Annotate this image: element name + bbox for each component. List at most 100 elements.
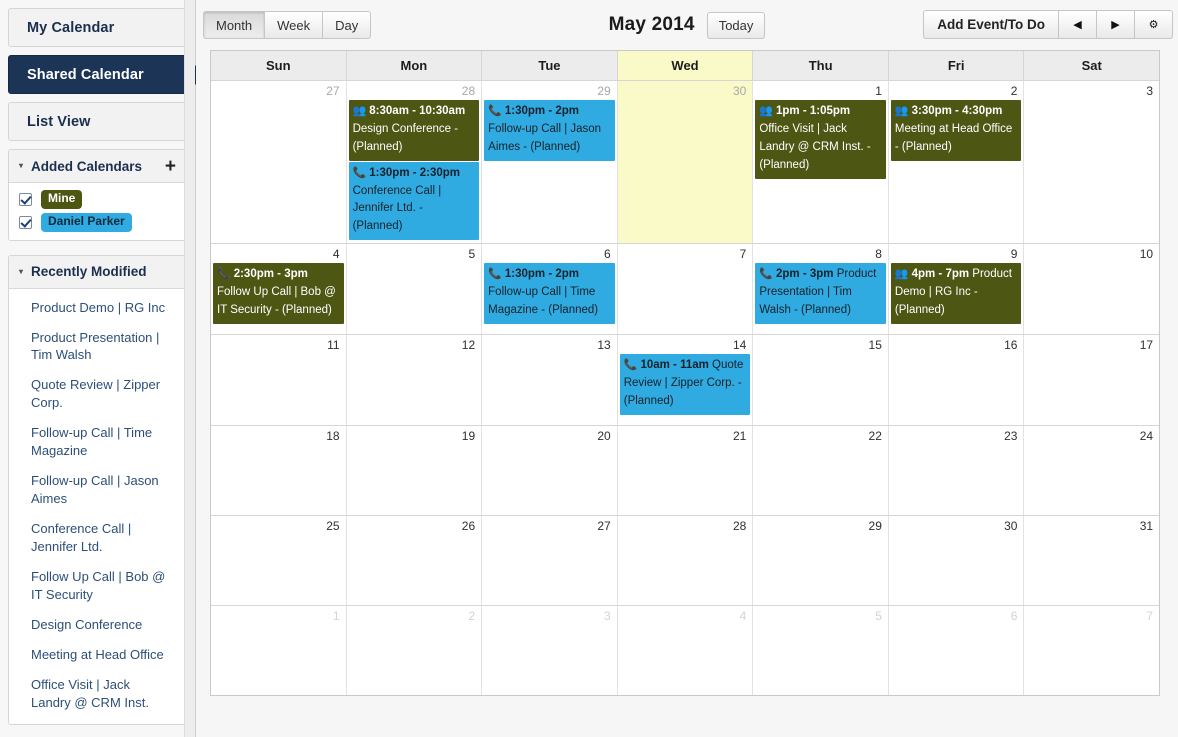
day-cell[interactable]: 5	[753, 606, 889, 696]
recently-modified-header[interactable]: ▾ Recently Modified	[9, 255, 186, 289]
day-cell[interactable]: 4	[617, 606, 754, 696]
day-cell[interactable]: 30	[617, 81, 754, 244]
next-month-button[interactable]: ▶	[1097, 10, 1135, 39]
day-cell[interactable]: 10	[1024, 244, 1160, 335]
day-cell[interactable]: 21	[617, 426, 754, 516]
event-title: Office Visit | Jack Landry @ CRM Inst. -…	[759, 123, 871, 171]
people-icon: 👥	[894, 105, 909, 118]
chevron-down-icon[interactable]: ▾	[19, 162, 23, 170]
day-cell[interactable]: 26	[346, 516, 483, 606]
day-cell[interactable]: 14 📞 10am - 11am Quote Review | Zipper Cor…	[617, 335, 754, 426]
day-cell[interactable]: 29 📞 1:30pm - 2pm Follow-up Call | Jason A…	[482, 81, 618, 244]
sidebar-scrollbar[interactable]	[184, 0, 195, 737]
day-cell[interactable]: 8 📞 2pm - 3pm Product Presentation | Tim W…	[753, 244, 889, 335]
day-cell[interactable]: 31	[1024, 516, 1160, 606]
day-header-wed: Wed	[617, 51, 754, 80]
add-calendar-icon[interactable]: +	[165, 157, 176, 176]
day-cell[interactable]: 24	[1024, 426, 1160, 516]
day-cell[interactable]: 12	[346, 335, 483, 426]
calendar-event[interactable]: 📞 2pm - 3pm Product Presentation | Tim Wa…	[755, 263, 886, 324]
day-cell[interactable]: 5	[346, 244, 483, 335]
day-cell[interactable]: 17	[1024, 335, 1160, 426]
day-cell[interactable]: 1	[211, 606, 347, 696]
recently-modified-item[interactable]: Conference Call | Jennifer Ltd.	[9, 514, 186, 562]
day-cell[interactable]: 28	[617, 516, 754, 606]
calendar-event[interactable]: 👥 1pm - 1:05pm Office Visit | Jack Landry…	[755, 100, 886, 179]
day-number: 3	[1146, 84, 1154, 98]
calendar-event[interactable]: 📞 1:30pm - 2pm Follow-up Call | Jason Aim…	[484, 100, 615, 161]
day-header-mon: Mon	[347, 51, 483, 80]
day-cell[interactable]: 3	[482, 606, 618, 696]
calendar-event[interactable]: 📞 2:30pm - 3pm Follow Up Call | Bob @ IT …	[213, 263, 344, 324]
recently-modified-item[interactable]: Meeting at Head Office	[9, 640, 186, 670]
view-month-button[interactable]: Month	[203, 11, 266, 39]
prev-month-button[interactable]: ◀	[1059, 10, 1097, 39]
day-cell[interactable]: 3	[1024, 81, 1160, 244]
day-cell[interactable]: 25	[211, 516, 347, 606]
recently-modified-item[interactable]: Product Demo | RG Inc	[9, 293, 186, 323]
today-button[interactable]: Today	[706, 11, 766, 39]
day-number: 28	[461, 84, 476, 98]
recently-modified-item[interactable]: Office Visit | Jack Landry @ CRM Inst.	[9, 670, 186, 718]
view-week-button[interactable]: Week	[265, 11, 324, 39]
added-calendars-title: Added Calendars	[31, 158, 143, 174]
calendar-event[interactable]: 📞 1:30pm - 2pm Follow-up Call | Time Maga…	[484, 263, 615, 324]
event-title: Follow Up Call | Bob @ IT Security - (Pl…	[217, 286, 336, 317]
day-number: 2	[468, 609, 476, 624]
recently-modified-item[interactable]: Quote Review | Zipper Corp.	[9, 370, 186, 418]
day-cell[interactable]: 7	[1024, 606, 1160, 696]
view-switcher: Month Week Day	[203, 11, 372, 39]
checkbox-icon[interactable]	[19, 215, 32, 229]
calendar-event[interactable]: 👥 4pm - 7pm Product Demo | RG Inc - (Plan…	[890, 263, 1022, 324]
day-cell[interactable]: 29	[753, 516, 889, 606]
day-cell[interactable]: 13	[482, 335, 618, 426]
day-cell[interactable]: 19	[346, 426, 483, 516]
day-cell[interactable]: 7	[617, 244, 754, 335]
recently-modified-item[interactable]: Follow Up Call | Bob @ IT Security	[9, 562, 186, 610]
calendar-event[interactable]: 📞 1:30pm - 2:30pm Conference Call | Jenni…	[348, 161, 480, 241]
added-calendar-item[interactable]: Daniel Parker	[9, 211, 186, 240]
phone-icon: 📞	[488, 105, 502, 118]
added-calendars-header[interactable]: ▾ Added Calendars +	[9, 150, 186, 183]
calendar-event[interactable]: 👥 3:30pm - 4:30pm Meeting at Head Office …	[890, 100, 1022, 161]
recently-modified-item[interactable]: Product Presentation | Tim Walsh	[9, 323, 186, 371]
calendar-event[interactable]: 📞 10am - 11am Quote Review | Zipper Corp.…	[619, 354, 751, 415]
sidebar-tab-list-view[interactable]: List View	[8, 102, 187, 141]
day-cell[interactable]: 28 👥 8:30am - 10:30am Design Conference - …	[346, 81, 483, 244]
day-header-tue: Tue	[482, 51, 618, 80]
day-cell[interactable]: 22	[753, 426, 889, 516]
chevron-down-icon[interactable]: ▾	[19, 267, 23, 276]
calendar-event[interactable]: 👥 8:30am - 10:30am Design Conference - (P…	[348, 100, 480, 161]
day-cell[interactable]: 9 👥 4pm - 7pm Product Demo | RG Inc - (Pla…	[888, 244, 1025, 335]
recently-modified-item[interactable]: Follow-up Call | Time Magazine	[9, 418, 186, 466]
view-day-button[interactable]: Day	[323, 11, 372, 39]
day-cell[interactable]: 6 📞 1:30pm - 2pm Follow-up Call | Time Mag…	[482, 244, 618, 335]
day-cell[interactable]: 2 👥 3:30pm - 4:30pm Meeting at Head Office…	[888, 81, 1025, 244]
day-cell[interactable]: 2	[346, 606, 483, 696]
recently-modified-item[interactable]: Design Conference	[9, 610, 186, 640]
event-title: Meeting at Head Office - (Planned)	[894, 123, 1013, 154]
event-time: 3:30pm - 4:30pm	[911, 105, 1003, 118]
people-icon: 👥	[894, 268, 909, 281]
page-title: May 2014	[608, 14, 695, 35]
day-cell[interactable]: 27	[211, 81, 347, 244]
day-cell[interactable]: 11	[211, 335, 347, 426]
recently-modified-item[interactable]: Follow-up Call | Jason Aimes	[9, 466, 186, 514]
gear-icon[interactable]: ⚙	[1135, 10, 1173, 39]
checkbox-icon[interactable]	[19, 192, 32, 206]
added-calendar-item[interactable]: Mine	[9, 183, 186, 211]
day-cell[interactable]: 1 👥 1pm - 1:05pm Office Visit | Jack Landr…	[753, 81, 889, 244]
day-cell[interactable]: 16	[888, 335, 1025, 426]
day-cell[interactable]: 27	[482, 516, 618, 606]
sidebar-tab-my-calendar[interactable]: My Calendar	[8, 8, 187, 47]
day-cell[interactable]: 20	[482, 426, 618, 516]
add-event-button[interactable]: Add Event/To Do	[923, 10, 1059, 39]
day-cell[interactable]: 15	[753, 335, 889, 426]
day-cell[interactable]: 4 📞 2:30pm - 3pm Follow Up Call | Bob @ IT…	[211, 244, 347, 335]
day-cell[interactable]: 18	[211, 426, 347, 516]
calendar-week-row: 27 28 👥 8:30am - 10:30am Design Conference …	[211, 80, 1160, 244]
sidebar-tab-shared-calendar[interactable]: Shared Calendar	[8, 55, 204, 95]
day-cell[interactable]: 23	[888, 426, 1025, 516]
day-cell[interactable]: 6	[888, 606, 1025, 696]
day-cell[interactable]: 30	[888, 516, 1025, 606]
